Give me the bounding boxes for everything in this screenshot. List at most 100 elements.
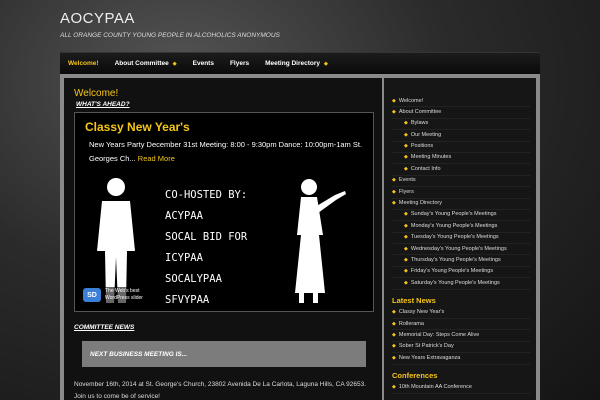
nav-label: Events xyxy=(192,60,214,67)
sidebar-link[interactable]: ◆ Thursday's Young People's Meetings xyxy=(392,255,530,267)
sidebar-link[interactable]: ◆ Memorial Day: Steps Come Alive xyxy=(392,330,530,342)
nav-flyers[interactable]: Flyers xyxy=(230,60,249,67)
sidebar-link-label: New Years Extravaganza xyxy=(398,354,461,361)
bullet-icon: ◆ xyxy=(404,154,408,161)
bullet-icon: ◆ xyxy=(404,256,408,263)
conferences-heading: Conferences xyxy=(392,370,438,380)
flyer-line: CO-HOSTED BY: xyxy=(165,189,248,201)
bullet-icon: ◆ xyxy=(392,354,396,361)
sidebar-link[interactable]: ◆ Rollerama xyxy=(392,319,530,331)
sidebar-link[interactable]: ◆ About Committee xyxy=(392,107,530,119)
sidebar-menu: ◆ Welcome! ◆ About Committee ◆ Bylaws ◆ Our Mee… xyxy=(392,96,530,290)
sidebar-link[interactable]: ◆ Welcome! xyxy=(392,96,530,108)
sidebar-link-label: Friday's Young People's Meetings xyxy=(410,268,494,275)
sidebar-link-label: Saturday's Young People's Meetings xyxy=(410,279,500,286)
site-header: AOCYPAA ALL ORANGE COUNTY YOUNG PEOPLE I… xyxy=(60,10,280,39)
sidebar-link[interactable]: ◆ Sunday's Young People's Meetings xyxy=(392,210,530,222)
slider-credit-text: The Web's best WordPress slider xyxy=(105,288,143,302)
sidebar-link[interactable]: ◆ Classy New Year's xyxy=(392,308,530,320)
featured-slider[interactable]: CO-HOSTED BY: ACYPAA SOCAL BID FOR ICYPA… xyxy=(74,112,374,312)
sidebar-link[interactable]: ◆ New Years Extravaganza xyxy=(392,353,530,365)
whats-ahead-heading[interactable]: WHAT'S AHEAD? xyxy=(76,101,372,108)
site-title[interactable]: AOCYPAA xyxy=(60,10,280,27)
bullet-icon: ◆ xyxy=(404,245,408,252)
sidebar-link[interactable]: ◆ Monday's Young People's Meetings xyxy=(392,221,530,233)
latest-news-heading: Latest News xyxy=(392,295,436,305)
bullet-icon: ◆ xyxy=(392,320,396,327)
sidebar-link[interactable]: ◆ Tuesday's Young People's Meetings xyxy=(392,233,530,245)
sidebar-link-label: Memorial Day: Steps Come Alive xyxy=(398,331,480,338)
sidebar-link-label: Welcome! xyxy=(398,97,424,104)
sidebar-link-label: Positions xyxy=(410,143,434,150)
bullet-icon: ◆ xyxy=(404,222,408,229)
sidebar-link-label: Sober St Patrick's Day xyxy=(398,343,454,350)
nav-label: Meeting Directory xyxy=(265,60,321,67)
smooth-slider-logo-icon: SD xyxy=(83,288,101,302)
slider-credit-line: WordPress slider xyxy=(105,295,143,301)
sidebar-link[interactable]: ◆ Meeting Directory xyxy=(392,199,530,210)
bullet-icon: ◆ xyxy=(404,143,408,150)
bullet-icon: ◆ xyxy=(392,331,396,338)
flyer-line: ICYPAA xyxy=(165,252,203,264)
nav-welcome[interactable]: Welcome! xyxy=(68,60,99,67)
sidebar-link-label: Rollerama xyxy=(398,320,424,327)
bullet-icon: ◆ xyxy=(392,188,396,195)
sidebar-link-label: Sunday's Young People's Meetings xyxy=(410,211,497,218)
nav-meeting-directory[interactable]: Meeting Directory ◆ xyxy=(265,60,328,67)
dropdown-arrow-icon: ◆ xyxy=(324,60,328,67)
sidebar-link-label: About Committee xyxy=(398,108,442,115)
bullet-icon: ◆ xyxy=(392,200,396,207)
slide-caption: Classy New Year's New Years Party Decemb… xyxy=(81,117,367,169)
meeting-info-line: November 16th, 2014 at St. George's Chur… xyxy=(74,381,366,388)
sidebar: ◆ Welcome! ◆ About Committee ◆ Bylaws ◆ Our Mee… xyxy=(384,78,536,400)
sidebar-link-label: Thursday's Young People's Meetings xyxy=(410,256,501,263)
sidebar-link[interactable]: ◆ Bylaws xyxy=(392,119,530,131)
nav-about-committee[interactable]: About Committee ◆ xyxy=(115,60,177,67)
next-meeting-label: NEXT BUSINESS MEETING IS... xyxy=(90,350,188,358)
sidebar-link[interactable]: ◆ Our Meeting xyxy=(392,130,530,142)
sidebar-link-label: Events xyxy=(398,177,416,184)
bullet-icon: ◆ xyxy=(392,384,396,391)
nav-label: About Committee xyxy=(114,60,169,67)
sidebar-link-label: Flyers xyxy=(398,188,414,195)
sidebar-link[interactable]: ◆ Events xyxy=(392,176,530,188)
flyer-line: SFVYPAA xyxy=(165,294,210,306)
sidebar-link-label: Bylaws xyxy=(410,120,429,127)
bullet-icon: ◆ xyxy=(392,343,396,350)
next-meeting-box: NEXT BUSINESS MEETING IS... xyxy=(82,341,366,367)
sidebar-link-label: 10th Mountain AA Conference xyxy=(398,384,472,391)
bullet-icon: ◆ xyxy=(404,279,408,286)
sidebar-link-label: Classy New Year's xyxy=(398,309,445,316)
sidebar-link[interactable]: ◆ Saturday's Young People's Meetings xyxy=(392,278,530,290)
flyer-line: ACYPAA xyxy=(165,210,203,222)
slider-credit-badge[interactable]: SD The Web's best WordPress slider xyxy=(81,287,145,303)
slider-credit-line: The Web's best xyxy=(105,288,140,294)
read-more-link[interactable]: Read More xyxy=(138,154,175,163)
bullet-icon: ◆ xyxy=(392,177,396,184)
nav-events[interactable]: Events xyxy=(193,60,214,67)
flyer-line: SOCAL BID FOR xyxy=(165,231,248,243)
page-frame: Welcome! WHAT'S AHEAD? CO-HOSTED BY: ACY… xyxy=(60,74,540,400)
sidebar-link[interactable]: ◆ Contact Info xyxy=(392,164,530,176)
sidebar-link[interactable]: ◆ Flyers xyxy=(392,187,530,199)
slide-title[interactable]: Classy New Year's xyxy=(85,120,363,134)
sidebar-link-label: Our Meeting xyxy=(410,131,442,138)
bullet-icon: ◆ xyxy=(404,131,408,138)
sidebar-link[interactable]: ◆ Wednesday's Young People's Meetings xyxy=(392,244,530,256)
sidebar-link[interactable]: ◆ Sober St Patrick's Day xyxy=(392,342,530,354)
bullet-icon: ◆ xyxy=(392,309,396,316)
sidebar-link-label: Monday's Young People's Meetings xyxy=(410,222,498,229)
sidebar-link[interactable]: ◆ 10th Mountain AA Conference xyxy=(392,383,530,394)
sidebar-link[interactable]: ◆ Meeting Minutes xyxy=(392,153,530,165)
sidebar-link[interactable]: ◆ Positions xyxy=(392,142,530,153)
meeting-info: November 16th, 2014 at St. George's Chur… xyxy=(74,379,372,400)
bullet-icon: ◆ xyxy=(404,268,408,275)
sidebar-link-label: Contact Info xyxy=(410,165,441,172)
bullet-icon: ◆ xyxy=(392,97,396,104)
nav-label: Welcome! xyxy=(68,60,99,67)
committee-news-heading[interactable]: COMMITTEE NEWS xyxy=(74,324,372,331)
slide-excerpt: New Years Party December 31st Meeting: 8… xyxy=(89,140,363,163)
sidebar-link[interactable]: ◆ Friday's Young People's Meetings xyxy=(392,267,530,279)
main-content: Welcome! WHAT'S AHEAD? CO-HOSTED BY: ACY… xyxy=(64,78,382,400)
flyer-line: SOCALYPAA xyxy=(165,273,222,285)
